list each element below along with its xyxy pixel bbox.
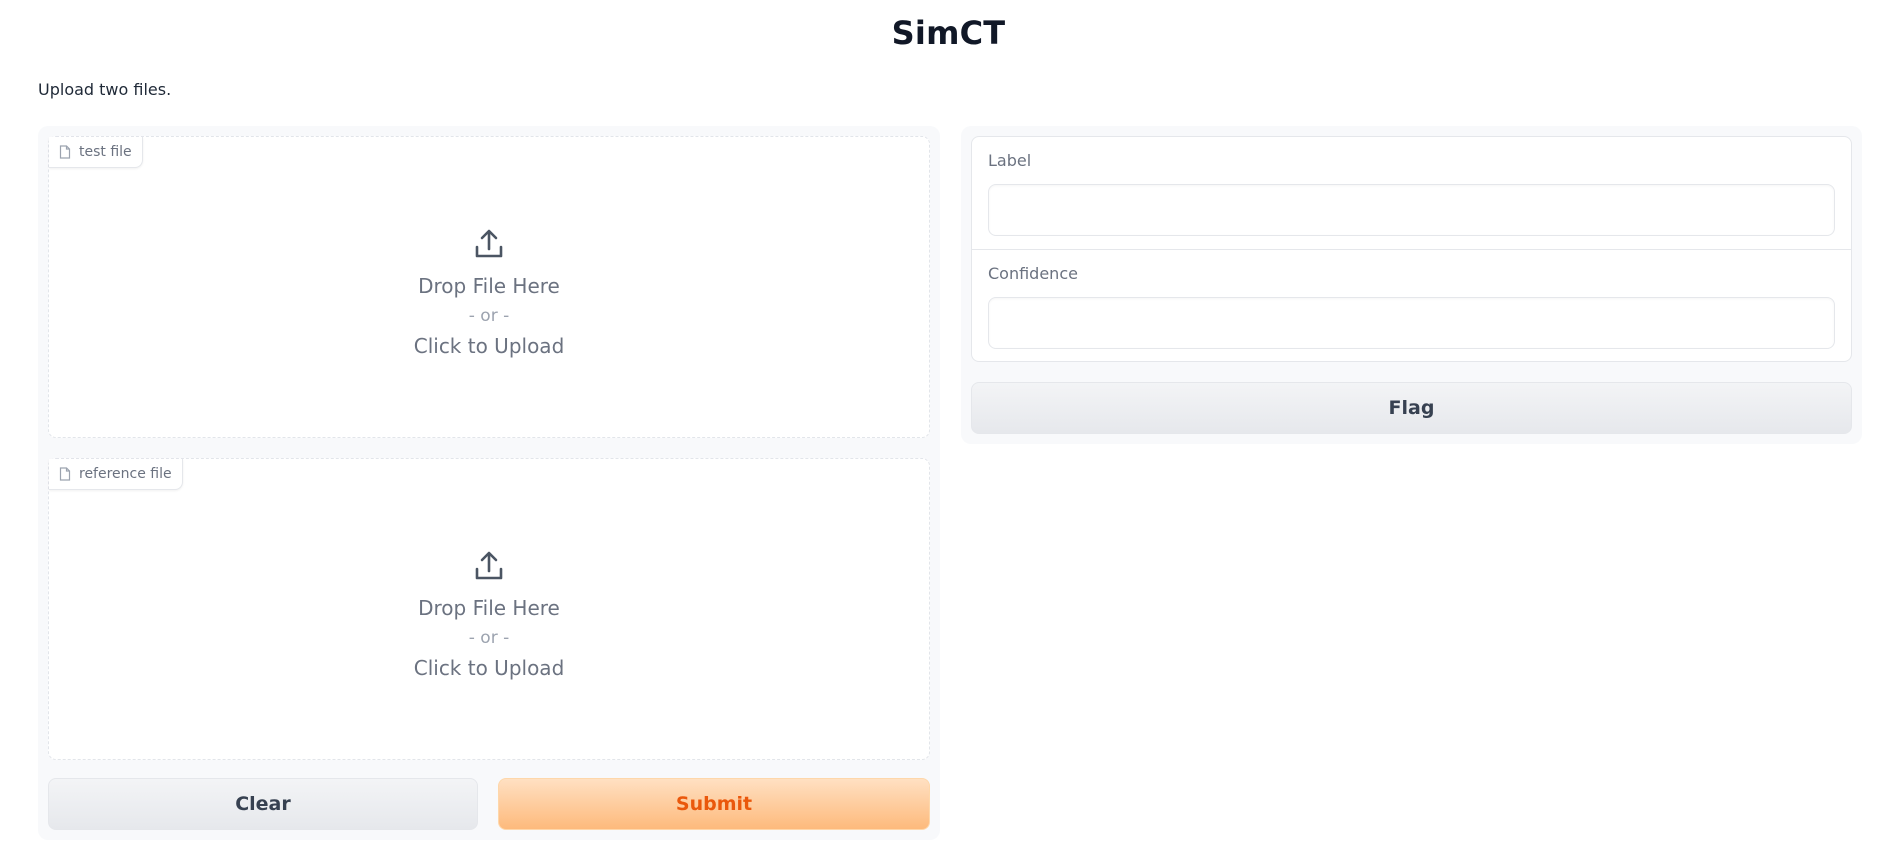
page-title: SimCT (891, 14, 1006, 52)
upload-icon (472, 549, 506, 587)
label-output: Label (972, 137, 1851, 250)
test-file-label: test file (49, 137, 143, 168)
file-icon (59, 467, 71, 481)
file-icon (59, 145, 71, 159)
test-file-dropzone[interactable]: Drop File Here - or - Click to Upload (49, 227, 929, 361)
outputs-box: Label Confidence (971, 136, 1852, 362)
upload-icon (472, 227, 506, 265)
reference-file-label-text: reference file (79, 466, 172, 482)
or-separator: - or - (468, 628, 510, 648)
drop-file-text: Drop File Here (418, 274, 560, 298)
or-separator: - or - (468, 306, 510, 326)
test-file-upload[interactable]: test file Drop File Here - or - Click to… (48, 136, 930, 438)
drop-file-text: Drop File Here (418, 596, 560, 620)
submit-button[interactable]: Submit (498, 778, 930, 830)
output-panel: Label Confidence Flag (961, 126, 1862, 444)
reference-file-dropzone[interactable]: Drop File Here - or - Click to Upload (49, 549, 929, 683)
click-to-upload-text: Click to Upload (413, 334, 565, 358)
input-panel: test file Drop File Here - or - Click to… (38, 126, 940, 840)
confidence-output: Confidence (972, 250, 1851, 361)
reference-file-upload[interactable]: reference file Drop File Here - or - Cli… (48, 458, 930, 760)
label-output-field[interactable] (988, 184, 1835, 236)
label-output-title: Label (988, 151, 1032, 170)
app-root: SimCT Upload two files. test file Drop F… (0, 0, 1897, 857)
test-file-label-text: test file (79, 144, 132, 160)
confidence-output-title: Confidence (988, 264, 1078, 283)
flag-button[interactable]: Flag (971, 382, 1852, 434)
clear-button[interactable]: Clear (48, 778, 478, 830)
reference-file-label: reference file (49, 459, 183, 490)
click-to-upload-text: Click to Upload (413, 656, 565, 680)
page-description: Upload two files. (38, 80, 172, 99)
confidence-output-field[interactable] (988, 297, 1835, 349)
